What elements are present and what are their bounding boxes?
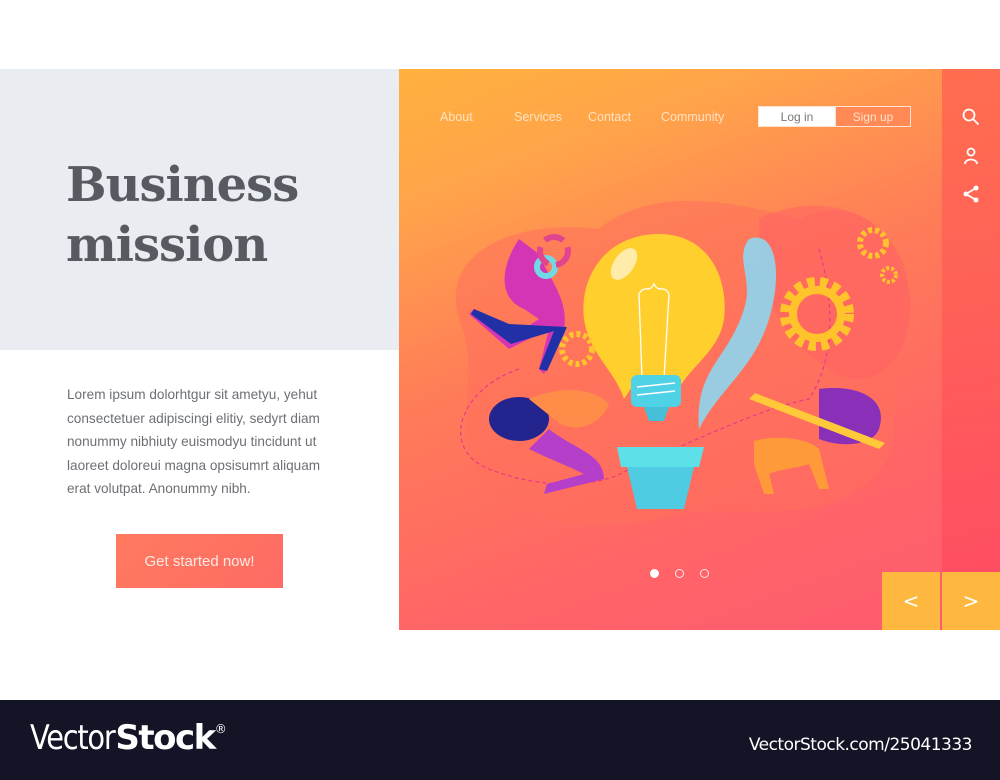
description-text: Lorem ipsum dolorhtgur sit ametyu, yehut…: [67, 387, 321, 496]
hero-illustration: [455, 200, 911, 526]
hero-banner: About Services Contact Community Log in …: [399, 69, 942, 630]
share-icon[interactable]: [961, 184, 981, 204]
carousel-dot-1[interactable]: [650, 569, 659, 578]
title-line-2: mission: [66, 217, 268, 273]
stock-image-id: VectorStock.com/25041333: [748, 735, 973, 755]
carousel-next-button[interactable]: >: [942, 572, 1000, 630]
get-started-button[interactable]: Get started now!: [116, 534, 283, 588]
user-icon[interactable]: [961, 146, 981, 166]
icon-sidebar: [942, 69, 1000, 630]
watermark-footer: VectorStock® VectorStock.com/25041333: [0, 700, 1000, 780]
vectorstock-logo: VectorStock®: [30, 718, 227, 758]
registered-mark: ®: [214, 722, 227, 736]
brand-light: Vector: [30, 718, 116, 758]
carousel-dot-3[interactable]: [700, 569, 709, 578]
brand-bold: Stock: [115, 718, 216, 758]
search-icon[interactable]: [961, 107, 981, 127]
carousel-dot-2[interactable]: [675, 569, 684, 578]
page-title: Business mission: [66, 155, 299, 275]
carousel-prev-button[interactable]: <: [882, 572, 940, 630]
title-line-1: Business: [66, 157, 299, 213]
carousel-indicators: [650, 569, 709, 578]
